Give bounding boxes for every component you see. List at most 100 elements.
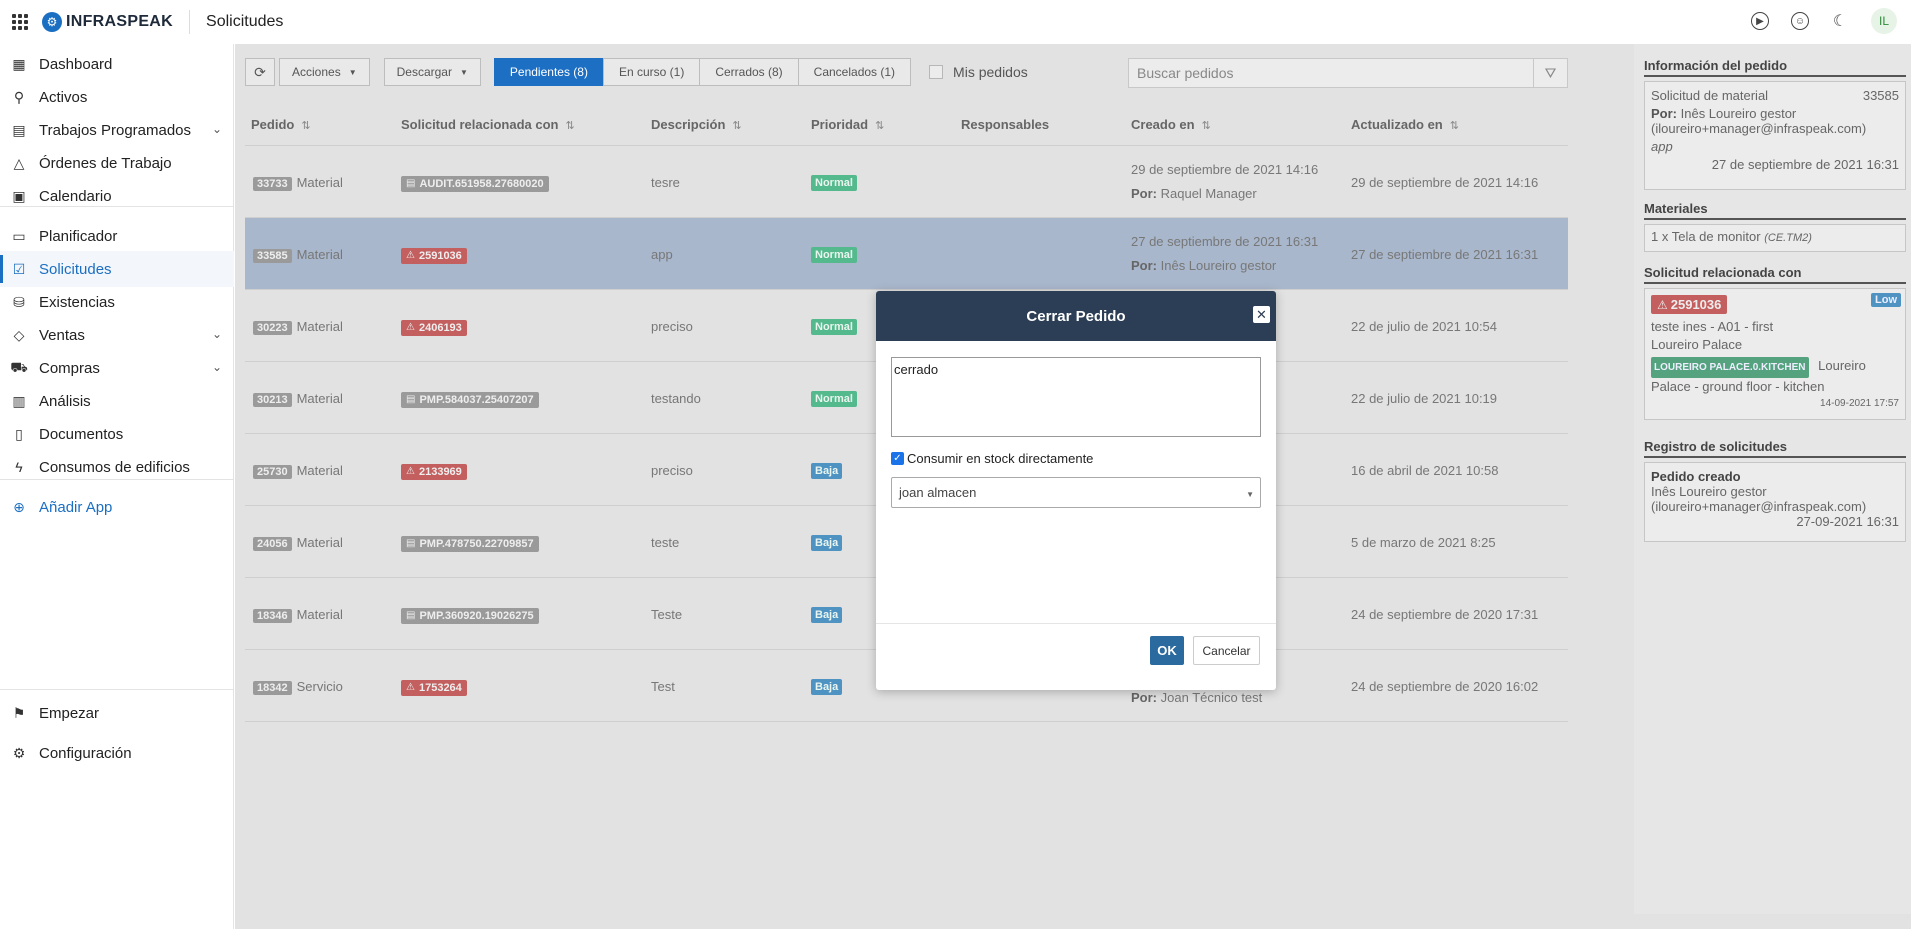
related-ref-badge[interactable]: ▤ PMP.478750.22709857: [401, 535, 539, 552]
sidebar-item-planificador[interactable]: ▭ Planificador: [0, 218, 234, 254]
col-pedido[interactable]: Pedido ⇅: [251, 117, 311, 132]
sidebar: ▦ Dashboard ⚲ Activos ▤ Trabajos Programados ⌄…: [0, 44, 234, 929]
warning-icon: △: [13, 154, 25, 171]
priority-badge: Baja: [811, 535, 843, 551]
sidebar-item-label: Planificador: [39, 227, 118, 245]
sidebar-item-calendario[interactable]: ▣ Calendario: [0, 178, 234, 214]
filter-button[interactable]: ⛛: [1533, 59, 1567, 87]
cell-solicitud: ▤ PMP.360920.19026275: [401, 606, 539, 624]
col-descripcion[interactable]: Descripción ⇅: [651, 117, 742, 132]
tab-en-curso[interactable]: En curso (1): [602, 58, 701, 86]
sort-icon: ⇅: [301, 120, 311, 132]
related-ref-badge[interactable]: ▤ AUDIT.651958.27680020: [401, 175, 549, 192]
consume-stock-checkbox[interactable]: ✓: [891, 452, 904, 465]
sidebar-item-label: Existencias: [39, 293, 115, 311]
col-prioridad[interactable]: Prioridad ⇅: [811, 117, 884, 132]
log-date: 27-09-2021 16:31: [1796, 514, 1899, 529]
mis-pedidos-toggle[interactable]: Mis pedidos: [929, 64, 1028, 80]
pedido-type: Material: [296, 175, 343, 190]
app-grid-icon[interactable]: [12, 14, 28, 30]
tab-cancelados[interactable]: Cancelados (1): [797, 58, 912, 86]
cell-prioridad: Normal: [811, 246, 857, 263]
cancel-button[interactable]: Cancelar: [1193, 636, 1260, 665]
sort-icon: ⇅: [1201, 120, 1211, 132]
table-row[interactable]: 33585 Material ⚠ 2591036 app Normal 27 de sept…: [245, 218, 1568, 290]
page-title: Solicitudes: [206, 13, 284, 30]
sidebar-item-label: Dashboard: [39, 55, 113, 73]
ok-button[interactable]: OK: [1150, 636, 1184, 665]
by-name: Inês Loureiro gestor: [1160, 258, 1277, 273]
sidebar-item-activos[interactable]: ⚲ Activos: [0, 79, 234, 115]
modal-close-button[interactable]: ✕: [1253, 306, 1270, 323]
descargar-dropdown[interactable]: Descargar ▼: [383, 58, 481, 86]
sidebar-item-solicitudes[interactable]: ☑ Solicitudes: [0, 251, 234, 287]
related-ref-badge[interactable]: ⚠ 2591036: [401, 247, 467, 264]
planner-icon: ▭: [12, 227, 26, 244]
related-box[interactable]: ⚠ 2591036 Low teste ines - A01 - first Lo…: [1644, 288, 1906, 420]
related-ref-badge[interactable]: ▤ PMP.360920.19026275: [401, 607, 539, 624]
cell-pedido: 33733 Material: [253, 175, 343, 191]
related-ref-badge[interactable]: ▤ PMP.584037.25407207: [401, 391, 539, 408]
cell-creado-by: Por: Joan Técnico test: [1131, 690, 1262, 705]
pedido-type: Material: [296, 535, 343, 550]
cell-solicitud: ⚠ 2133969: [401, 462, 467, 480]
play-circle-icon[interactable]: ▶: [1751, 12, 1769, 30]
cell-pedido: 18346 Material: [253, 607, 343, 623]
priority-badge: Baja: [811, 463, 843, 479]
info-type: Solicitud de material: [1651, 88, 1769, 103]
lightning-icon: ϟ: [15, 459, 23, 475]
bar-chart-icon: ▥: [12, 392, 26, 409]
calendar-icon: ▤: [406, 610, 416, 621]
modal-title: Cerrar Pedido: [1026, 307, 1126, 325]
cell-descripcion: app: [651, 247, 673, 262]
avatar[interactable]: IL: [1871, 8, 1897, 34]
moon-icon[interactable]: ☾: [1831, 12, 1849, 30]
related-ref: PMP.360920.19026275: [419, 609, 534, 622]
sidebar-item-configuración[interactable]: ⚙ Configuración: [0, 735, 234, 771]
sidebar-item-ventas[interactable]: ◇ Ventas ⌄: [0, 317, 234, 353]
col-solicitud[interactable]: Solicitud relacionada con ⇅: [401, 117, 575, 132]
refresh-button[interactable]: ⟳: [245, 58, 275, 86]
warehouse-select[interactable]: joan almacen ▼: [891, 477, 1261, 508]
close-comment-textarea[interactable]: [891, 357, 1261, 437]
col-creado[interactable]: Creado en ⇅: [1131, 117, 1211, 132]
acciones-dropdown[interactable]: Acciones ▼: [279, 58, 370, 86]
sidebar-item-existencias[interactable]: ⛁ Existencias: [0, 284, 234, 320]
related-ref-badge[interactable]: ⚠ 2406193: [401, 319, 467, 336]
related-ref: AUDIT.651958.27680020: [419, 177, 544, 190]
related-ref-badge[interactable]: ⚠ 2591036: [1651, 295, 1728, 314]
col-actualizado[interactable]: Actualizado en ⇅: [1351, 117, 1459, 132]
header-actions: ▶ ☺ ☾ IL: [1751, 8, 1897, 34]
related-ref-badge[interactable]: ⚠ 1753264: [401, 679, 467, 696]
cell-descripcion: Teste: [651, 607, 683, 622]
cell-descripcion: testando: [651, 391, 701, 406]
search-bar: Buscar pedidos ⛛: [1128, 58, 1568, 88]
sort-icon: ⇅: [1449, 120, 1459, 132]
smiley-icon[interactable]: ☺: [1791, 12, 1809, 30]
sidebar-item-label: Órdenes de Trabajo: [39, 154, 172, 172]
sidebar-item-documentos[interactable]: ▯ Documentos: [0, 416, 234, 452]
tab-cerrados[interactable]: Cerrados (8): [699, 58, 799, 86]
search-input[interactable]: Buscar pedidos: [1129, 65, 1533, 81]
by-label: Por:: [1131, 186, 1157, 201]
sidebar-item-órdenes-de-trabajo[interactable]: △ Órdenes de Trabajo: [0, 145, 234, 181]
log-event: Pedido creado: [1651, 469, 1741, 484]
sidebar-item-añadir-app[interactable]: ⊕ Añadir App: [0, 489, 234, 525]
sidebar-divider: [0, 206, 234, 207]
cell-prioridad: Normal: [811, 390, 857, 407]
logo[interactable]: ⚙ INFRASPEAK: [42, 12, 173, 32]
priority-badge: Normal: [811, 319, 857, 335]
cell-solicitud: ⚠ 2406193: [401, 318, 467, 336]
table-row[interactable]: 33733 Material ▤ AUDIT.651958.27680020 tesre…: [245, 146, 1568, 218]
sidebar-item-dashboard[interactable]: ▦ Dashboard: [0, 46, 234, 82]
related-ref-badge[interactable]: ⚠ 2133969: [401, 463, 467, 480]
tab-pendientes[interactable]: Pendientes (8): [493, 58, 604, 86]
consume-stock-label: Consumir en stock directamente: [907, 451, 1094, 466]
consume-stock-toggle[interactable]: ✓ Consumir en stock directamente: [891, 451, 1093, 466]
col-label: Solicitud relacionada con: [401, 117, 559, 132]
sidebar-item-empezar[interactable]: ⚑ Empezar: [0, 695, 234, 731]
mis-pedidos-checkbox[interactable]: [929, 65, 944, 79]
sidebar-item-trabajos-programados[interactable]: ▤ Trabajos Programados ⌄: [0, 112, 234, 148]
sidebar-item-compras[interactable]: ⛟ Compras ⌄: [0, 350, 234, 386]
sidebar-item-análisis[interactable]: ▥ Análisis: [0, 383, 234, 419]
